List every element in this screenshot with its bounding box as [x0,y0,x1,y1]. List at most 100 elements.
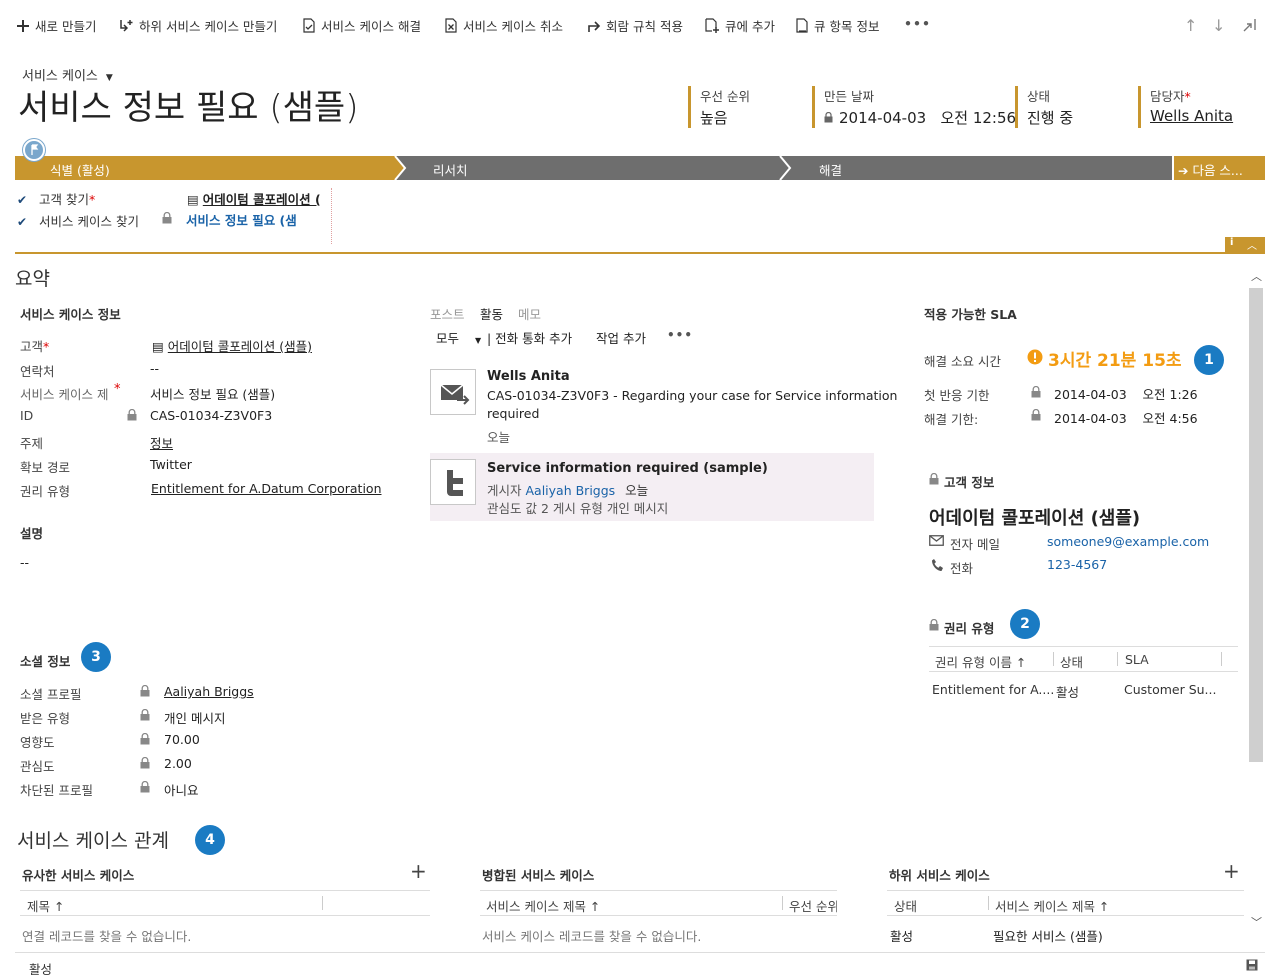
expand-icon[interactable] [1243,17,1257,36]
entitlement-label: 권리 유형 [20,484,70,499]
flag-icon[interactable] [23,139,45,161]
case-id-label: ID [20,408,34,423]
origin-field[interactable]: Twitter [150,457,192,472]
merged-cases-grid-header: 서비스 케이스 제목 ↑ 우선 순위 [480,890,837,916]
column-header[interactable]: 제목 ↑ [27,896,64,915]
entitlement-field[interactable]: Entitlement for A.Datum Corporation [151,481,382,496]
chevron-up-icon[interactable]: ︿ [1251,268,1262,284]
merged-cases-title: 병합된 서비스 케이스 [482,868,595,883]
info-icon: i [1230,237,1234,248]
tab-notes[interactable]: 메모 [518,304,541,323]
add-similar-case-icon[interactable]: + [410,861,427,881]
activity-item-email[interactable]: Wells Anita CAS-01034-Z3V0F3 - Regarding… [430,369,897,447]
blocked-profile-label: 차단된 프로필 [20,783,93,798]
new-button[interactable]: 새로 만들기 [16,16,96,35]
tab-activities[interactable]: 활동 [480,304,503,323]
owner-link[interactable]: Wells Anita [1150,107,1258,125]
customer-info-title: 고객 정보 [944,475,995,490]
tab-posts[interactable]: 포스트 [430,304,465,323]
post-title: Service information required (sample) [487,461,768,476]
interest-field: 2.00 [164,756,192,771]
add-phone-call-button[interactable]: | 전화 통화 추가 [487,328,572,347]
merged-cases-empty: 서비스 케이스 레코드를 찾을 수 없습니다. [482,929,702,944]
entitlements-title: 권리 유형 [944,621,995,636]
cancel-case-button[interactable]: 서비스 케이스 취소 [444,16,563,35]
header-owner[interactable]: 담당자* Wells Anita [1138,86,1258,128]
case-title-label: 서비스 케이스 제 [20,387,109,402]
step-customer-value[interactable]: ▤ 어데이텀 콜포레이션 ( [187,189,325,208]
queue-item-details-button[interactable]: 큐 항목 정보 [796,16,879,35]
entitlements-grid-header: 권리 유형 이름 ↑ 상태 SLA [929,646,1238,672]
table-row[interactable]: Entitlement for A.... 활성 Customer Su... [929,675,1238,701]
case-title-field[interactable]: 서비스 정보 필요 (샘플) [150,384,275,403]
social-profile-label: 소셜 프로필 [20,687,82,702]
chevron-down-icon[interactable]: ﹀ [1251,914,1262,930]
phone-icon [931,558,943,576]
email-icon [929,535,944,550]
add-to-queue-button[interactable]: 큐에 추가 [704,16,775,35]
contact-field[interactable]: -- [150,361,159,376]
column-header[interactable]: 상태 [894,896,917,915]
activity-title: Wells Anita [487,369,570,384]
save-icon[interactable] [1246,959,1258,975]
stage-resolve[interactable]: 해결 [819,160,842,179]
customer-field[interactable]: ▤ 어데이텀 콜포레이션 (샘플) [152,336,312,355]
child-cases-title: 하위 서비스 케이스 [889,868,990,883]
queue-add-icon [704,18,720,33]
next-record-icon[interactable]: ↓ [1212,16,1225,35]
influence-field: 70.00 [164,732,200,747]
column-header[interactable]: 상태 [1060,652,1083,671]
step-case-value[interactable]: 서비스 정보 필요 (샘 [186,210,306,229]
scrollbar[interactable]: ︿ ﹀ [1247,262,1265,942]
activity-filter-select[interactable]: 모두 ▼ [436,328,481,347]
similar-cases-title: 유사한 서비스 케이스 [22,868,135,883]
column-header[interactable]: 서비스 케이스 제목 ↑ [995,896,1109,915]
subject-field[interactable]: 정보 [150,433,173,452]
activity-date: 오늘 [487,430,511,445]
step-find-case: ✔ 서비스 케이스 찾기 [17,214,139,229]
summary-section-title: 요약 [15,268,50,290]
next-stage-button[interactable]: ➔ 다음 스... [1178,160,1243,179]
stage-identify[interactable]: 식별 (활성) [50,160,110,179]
stage-research[interactable]: 리서치 [433,160,468,179]
chevron-up-icon: ︿ [1247,241,1257,252]
column-header[interactable]: 권리 유형 이름 ↑ [935,652,1026,671]
email-link[interactable]: someone9@example.com [1047,534,1209,549]
stage-steps: ✔ 고객 찾기* ▤ 어데이텀 콜포레이션 ( ✔ 서비스 케이스 찾기 서비스… [15,180,1265,254]
header-priority[interactable]: 우선 순위 높음 [688,86,798,128]
email-label: 전자 메일 [950,537,1000,552]
description-field[interactable]: -- [20,555,29,570]
customer-label: 고객* [20,339,50,354]
email-activity-icon [430,369,476,415]
activity-item-post[interactable]: Service information required (sample) 게시… [430,453,874,521]
previous-record-icon[interactable]: ↑ [1184,16,1197,35]
child-cases-grid-header: 상태 서비스 케이스 제목 ↑ [887,890,1244,916]
more-activity-button[interactable]: ••• [667,328,693,342]
add-task-button[interactable]: 작업 추가 [596,328,646,347]
social-info-title: 소셜 정보 [20,654,71,669]
column-header[interactable]: 서비스 케이스 제목 ↑ [486,896,600,915]
activity-subject: CAS-01034-Z3V0F3 - Regarding your case f… [487,388,898,403]
more-commands-button[interactable]: ••• [904,16,931,31]
create-child-case-button[interactable]: 하위 서비스 케이스 만들기 [118,16,277,35]
poster-link[interactable]: Aaliyah Briggs [526,483,616,498]
apply-routing-button[interactable]: 회람 규칙 적용 [587,16,683,35]
column-header[interactable]: 우선 순위 [789,896,837,915]
phone-link[interactable]: 123-4567 [1047,557,1107,572]
description-label: 설명 [20,526,44,541]
social-profile-field[interactable]: Aaliyah Briggs [164,684,254,699]
lock-icon [140,685,150,697]
add-child-case-icon[interactable]: + [1223,861,1240,881]
header-status-reason[interactable]: 상태 진행 중 [1015,86,1125,128]
check-icon: ✔ [17,193,28,207]
resolve-case-button[interactable]: 서비스 케이스 해결 [302,16,421,35]
process-bar: 식별 (활성) 리서치 해결 ➔ 다음 스... [15,156,1265,180]
collapse-process-button[interactable]: i ︿ [1225,237,1265,252]
table-row[interactable]: 활성 필요한 서비스 (샘플) [887,920,1244,946]
blocked-profile-field: 아니요 [164,783,199,798]
column-header[interactable]: SLA [1125,652,1149,667]
scrollbar-thumb[interactable] [1249,288,1263,762]
sla-title: 적용 가능한 SLA [924,307,1017,322]
post-meta: 게시자 Aaliyah Briggs 오늘 [487,483,649,498]
plus-icon [16,19,30,33]
